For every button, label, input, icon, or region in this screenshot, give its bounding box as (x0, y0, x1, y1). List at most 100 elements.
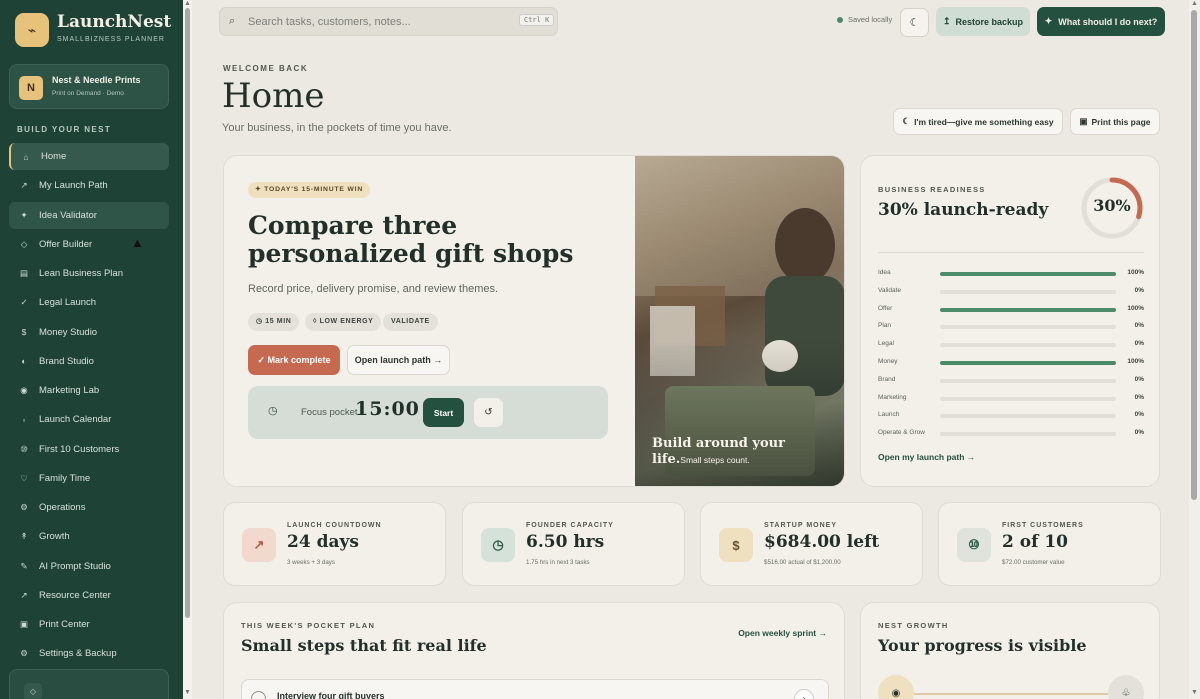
stat-kicker: FOUNDER CAPACITY (526, 522, 614, 529)
scroll-up-icon[interactable]: ▲ (184, 0, 191, 7)
nav-icon: ▤ (19, 268, 29, 278)
stat-value: $684.00 left (764, 532, 880, 552)
search-placeholder: Search tasks, customers, notes... (248, 16, 411, 28)
chevron-right-icon[interactable]: › (794, 689, 814, 699)
stat-icon: $ (719, 528, 753, 562)
stat-card[interactable]: $ STARTUP MONEY $684.00 left $516.00 actual… (700, 502, 923, 586)
scroll-down-icon[interactable]: ▼ (1191, 689, 1198, 696)
restore-backup-button[interactable]: ↥ Restore backup (936, 7, 1030, 36)
pocket-plan-kicker: THIS WEEK'S POCKET PLAN (241, 621, 376, 630)
sidebar-item-label: Home (41, 151, 67, 162)
readiness-row: Offer 100% (878, 305, 1144, 315)
sidebar-item-home[interactable]: ⌂ Home (9, 143, 169, 170)
progress-track (940, 289, 1116, 294)
sidebar-footer[interactable]: ◇ (9, 669, 169, 699)
sidebar-item-label: Legal Launch (39, 297, 97, 309)
sidebar-item-resource-center[interactable]: ↗ Resource Center (9, 582, 169, 609)
todays-win-badge: ✦ TODAY'S 15-MINUTE WIN (248, 182, 371, 198)
todays-win-card: ✦ TODAY'S 15-MINUTE WIN Compare three pe… (223, 155, 845, 487)
sidebar-item-label: Growth (39, 531, 70, 543)
sidebar-item-idea-validator[interactable]: ✦ Idea Validator (9, 201, 169, 229)
sidebar-item-money-studio[interactable]: $ Money Studio (9, 319, 169, 346)
sidebar-item-label: Offer Builder (39, 238, 93, 250)
task-checkbox[interactable] (251, 691, 266, 699)
sidebar-item-operations[interactable]: ⚙ Operations (9, 494, 169, 521)
list-item[interactable]: Interview four gift buyers › (241, 679, 829, 699)
readiness-row-percent: 0% (1134, 286, 1144, 294)
stat-card[interactable]: ↗ LAUNCH COUNTDOWN 24 days 3 weeks + 3 days (223, 502, 446, 586)
readiness-row: Validate 0% (878, 287, 1144, 297)
open-launch-path-button[interactable]: Open launch path → (347, 345, 450, 375)
nav-icon: ✦ (20, 209, 28, 220)
nav-icon: ⚙ (20, 502, 28, 512)
readiness-row: Launch 0% (878, 411, 1144, 421)
nav-icon: ✓ (20, 297, 28, 308)
readiness-row-label: Marketing (878, 393, 907, 401)
mark-complete-button[interactable]: ✓ Mark complete (248, 345, 340, 375)
sidebar-item-lean-business-plan[interactable]: ▤ Lean Business Plan (9, 260, 169, 287)
scroll-down-icon[interactable]: ▼ (184, 689, 191, 696)
stat-kicker: FIRST CUSTOMERS (1002, 522, 1084, 529)
sidebar-item-launch-calendar[interactable]: ▫ Launch Calendar (9, 406, 169, 433)
stat-subtext: $516.00 actual of $1,200.00 (764, 559, 841, 566)
nav-icon: ▫ (22, 414, 26, 425)
progress-track (940, 325, 1116, 330)
collapse-icon[interactable]: ◇ (24, 683, 42, 699)
reset-timer-button[interactable]: ↺ (474, 398, 503, 427)
sidebar-item-label: AI Prompt Studio (39, 560, 111, 572)
progress-fill (940, 361, 1116, 365)
sidebar-item-my-launch-path[interactable]: ↗ My Launch Path (9, 172, 169, 199)
readiness-row-label: Plan (878, 322, 892, 330)
nav-heading: BUILD YOUR NEST (17, 125, 112, 134)
print-button[interactable]: ▣ Print this page (1070, 108, 1160, 135)
business-name: Nest & Needle Prints (52, 75, 141, 85)
nav-icon: ⚙ (20, 648, 28, 659)
sidebar-item-settings-backup[interactable]: ⚙ Settings & Backup (9, 640, 169, 667)
stat-value: 6.50 hrs (526, 532, 605, 552)
sidebar-item-print-center[interactable]: ▣ Print Center (9, 611, 169, 638)
sidebar-scroll-thumb[interactable] (185, 8, 190, 618)
sidebar-item-first-10-customers[interactable]: ⑩ First 10 Customers (9, 436, 169, 463)
focus-time: 15:00 (355, 398, 420, 420)
readiness-row: Money 100% (878, 358, 1144, 368)
progress-track (940, 343, 1116, 348)
stat-card[interactable]: ◷ FOUNDER CAPACITY 6.50 hrs 1.75 hrs in nex… (462, 502, 685, 586)
status-dot-icon (837, 17, 843, 24)
sidebar-item-ai-prompt-studio[interactable]: ✎ AI Prompt Studio (9, 553, 169, 580)
print-label: Print this page (1091, 116, 1151, 127)
readiness-row-label: Launch (878, 411, 900, 419)
clock-icon: ◷ (268, 405, 278, 417)
stat-subtext: $72.00 customer value (1002, 559, 1065, 566)
page-title: Home (222, 76, 325, 116)
logo-icon[interactable]: ⌁ (15, 13, 49, 47)
readiness-row-percent: 0% (1134, 322, 1144, 330)
start-timer-button[interactable]: Start (423, 398, 464, 427)
scroll-up-icon[interactable]: ▲ (1191, 0, 1198, 7)
open-weekly-sprint-link[interactable]: Open weekly sprint → (738, 628, 827, 638)
business-switcher[interactable]: N Nest & Needle Prints Print on Demand ·… (9, 64, 169, 109)
sidebar-item-family-time[interactable]: ♡ Family Time (9, 465, 169, 492)
sidebar-item-brand-studio[interactable]: ◐ Brand Studio (9, 348, 169, 375)
open-launch-path-link[interactable]: Open my launch path → (878, 452, 975, 462)
pocket-plan-title: Small steps that fit real life (241, 636, 487, 655)
sidebar-item-label: First 10 Customers (39, 443, 120, 455)
main-scroll-thumb[interactable] (1191, 10, 1197, 500)
readiness-row: Legal 0% (878, 340, 1144, 350)
sidebar-item-growth[interactable]: ↟ Growth (9, 523, 169, 550)
todays-win-description: Record price, delivery promise, and revi… (248, 283, 499, 295)
sidebar-item-label: Brand Studio (39, 355, 94, 367)
theme-toggle-button[interactable]: ☾ (900, 8, 929, 37)
easy-task-button[interactable]: ☾ I'm tired—give me something easy (893, 108, 1063, 135)
sidebar-item-label: Launch Calendar (39, 414, 112, 426)
sidebar-item-offer-builder[interactable]: ◇ Offer Builder (9, 231, 169, 258)
sidebar-item-label: My Launch Path (39, 180, 108, 192)
sidebar-item-marketing-lab[interactable]: ◉ Marketing Lab (9, 377, 169, 404)
progress-track (940, 396, 1116, 401)
sidebar-item-label: Settings & Backup (39, 648, 117, 660)
stat-card[interactable]: ⑩ FIRST CUSTOMERS 2 of 10 $72.00 customer v… (938, 502, 1161, 586)
sidebar-item-legal-launch[interactable]: ✓ Legal Launch (9, 289, 169, 316)
readiness-row-percent: 0% (1134, 375, 1144, 383)
search-input[interactable]: ⌕ Search tasks, customers, notes... (219, 7, 558, 36)
readiness-row-label: Idea (878, 269, 891, 276)
next-step-button[interactable]: ✦ What should I do next? (1037, 7, 1165, 36)
